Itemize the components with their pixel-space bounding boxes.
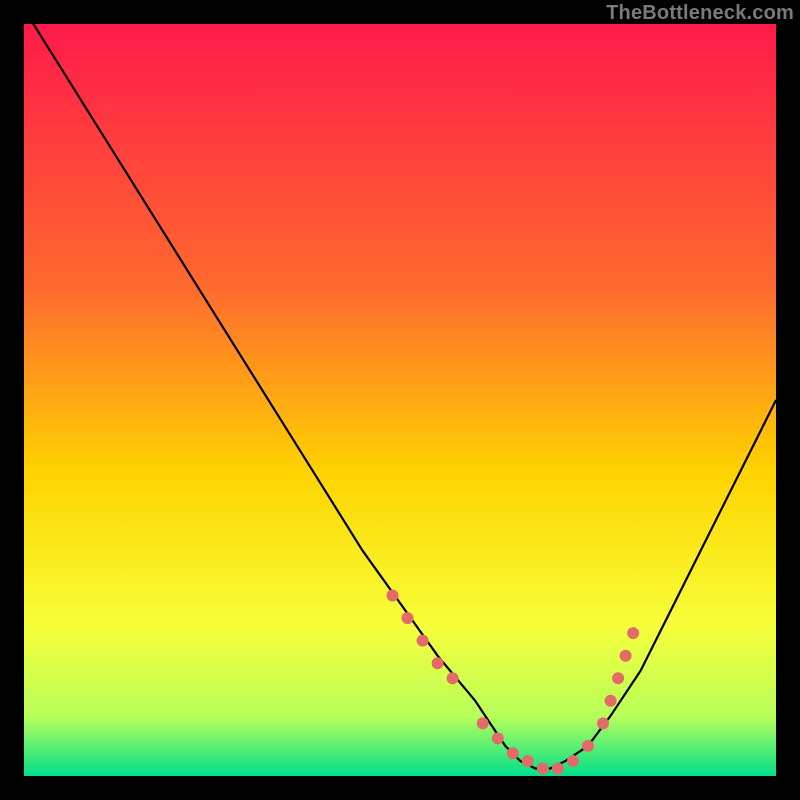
marker-dot: [477, 717, 489, 729]
marker-dot: [537, 763, 549, 775]
marker-dot: [387, 590, 399, 602]
marker-dot: [432, 657, 444, 669]
chart-frame: [24, 24, 776, 776]
watermark-text: TheBottleneck.com: [606, 2, 794, 25]
marker-dot: [567, 755, 579, 767]
marker-dot: [620, 650, 632, 662]
marker-dot: [552, 763, 564, 775]
marker-dot: [417, 635, 429, 647]
marker-dot: [597, 717, 609, 729]
marker-dot: [627, 627, 639, 639]
marker-dot: [492, 732, 504, 744]
marker-dot: [402, 612, 414, 624]
marker-dot: [605, 695, 617, 707]
marker-dot: [507, 747, 519, 759]
marker-dot: [522, 755, 534, 767]
gradient-background: [24, 24, 776, 776]
marker-dot: [447, 672, 459, 684]
marker-dot: [612, 672, 624, 684]
marker-dot: [582, 740, 594, 752]
bottleneck-chart: [24, 24, 776, 776]
